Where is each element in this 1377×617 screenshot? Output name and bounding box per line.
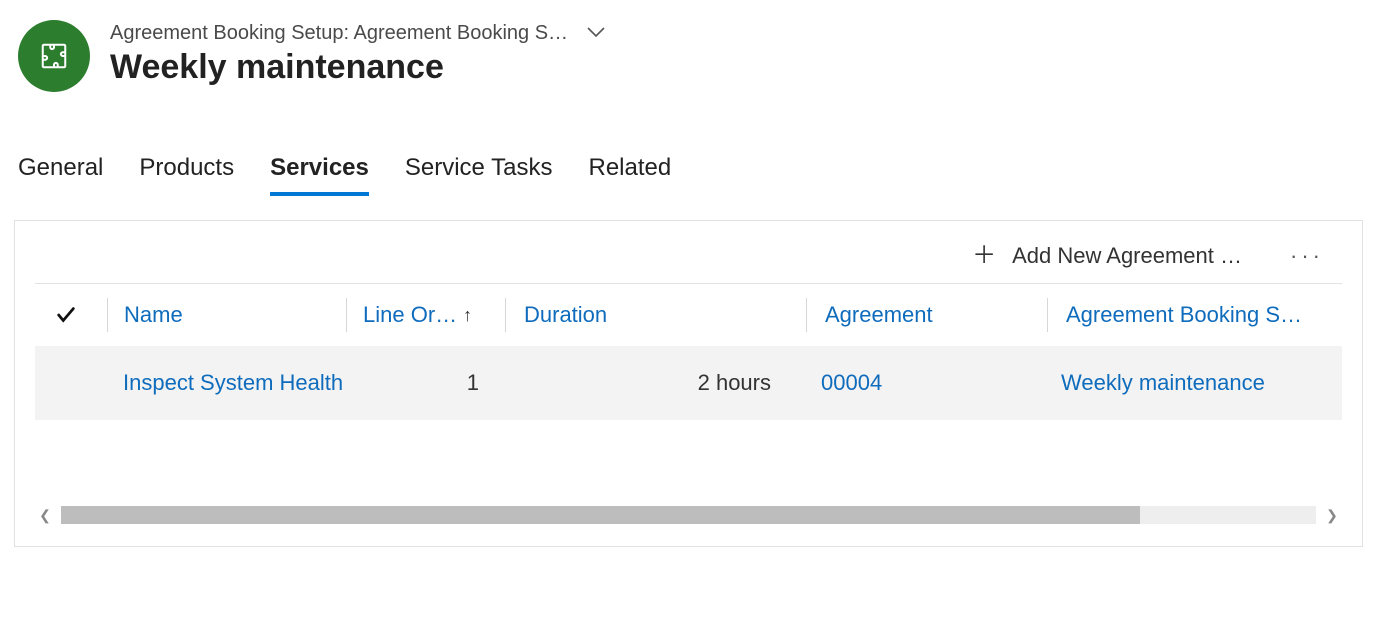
- column-header-duration[interactable]: Duration: [524, 302, 607, 328]
- more-commands-button[interactable]: ···: [1290, 243, 1330, 269]
- plus-icon: ＋: [972, 244, 996, 268]
- select-all-column[interactable]: [35, 304, 107, 326]
- tab-general[interactable]: General: [18, 154, 103, 196]
- cell-duration: 2 hours: [521, 370, 803, 396]
- column-header-agreement[interactable]: Agreement: [825, 302, 933, 328]
- sort-ascending-icon: ↑: [463, 305, 472, 326]
- tab-service-tasks[interactable]: Service Tasks: [405, 154, 553, 196]
- tab-bar: General Products Services Service Tasks …: [0, 102, 1377, 196]
- scroll-right-icon[interactable]: ❯: [1322, 507, 1342, 524]
- check-icon: [55, 304, 77, 326]
- chevron-down-icon[interactable]: [586, 22, 606, 45]
- column-header-line-order[interactable]: Line Or…: [363, 302, 457, 328]
- table-row[interactable]: Inspect System Health 1 2 hours 00004 We…: [35, 346, 1342, 420]
- puzzle-icon: [39, 41, 69, 71]
- scroll-thumb[interactable]: [61, 506, 1140, 524]
- add-new-agreement-button[interactable]: ＋ Add New Agreement …: [972, 243, 1242, 269]
- column-headers: Name Line Or… ↑ Duration Agreement Agree…: [35, 284, 1342, 346]
- column-header-booking-setup[interactable]: Agreement Booking S…: [1066, 302, 1302, 328]
- tab-services[interactable]: Services: [270, 154, 369, 196]
- cell-line-order: 1: [361, 370, 503, 396]
- page-header: Agreement Booking Setup: Agreement Booki…: [0, 0, 1377, 102]
- cell-agreement-link[interactable]: 00004: [821, 370, 882, 396]
- cell-name-link[interactable]: Inspect System Health: [123, 370, 343, 396]
- page-title: Weekly maintenance: [110, 48, 606, 87]
- tab-products[interactable]: Products: [139, 154, 234, 196]
- cell-booking-setup-link[interactable]: Weekly maintenance: [1061, 370, 1265, 396]
- horizontal-scrollbar[interactable]: ❮ ❯: [35, 504, 1342, 526]
- grid-toolbar: ＋ Add New Agreement … ···: [35, 231, 1342, 284]
- scroll-track[interactable]: [61, 506, 1316, 524]
- tab-related[interactable]: Related: [588, 154, 671, 196]
- add-new-agreement-label: Add New Agreement …: [1012, 243, 1242, 269]
- services-pane: ＋ Add New Agreement … ··· Name Line Or… …: [14, 220, 1363, 547]
- entity-avatar: [18, 20, 90, 92]
- breadcrumb[interactable]: Agreement Booking Setup: Agreement Booki…: [110, 22, 568, 45]
- column-header-name[interactable]: Name: [124, 302, 183, 328]
- scroll-left-icon[interactable]: ❮: [35, 507, 55, 524]
